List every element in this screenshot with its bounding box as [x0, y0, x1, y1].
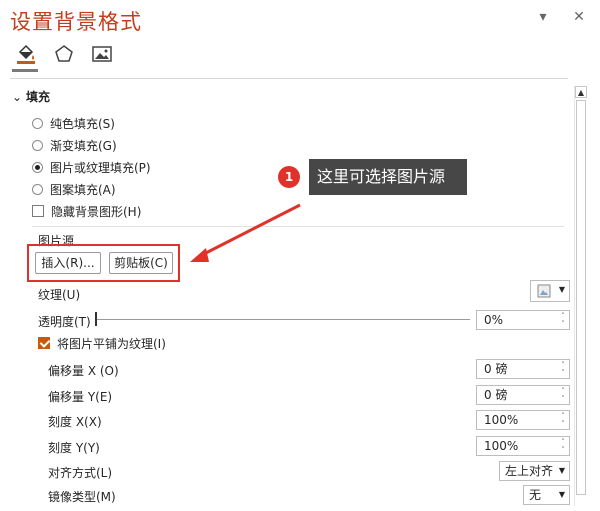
texture-swatch-icon — [537, 284, 551, 298]
scale-y-input[interactable]: 100% ˄ ˅ — [476, 436, 570, 456]
transparency-value: 0% — [484, 313, 504, 327]
spinner-arrows-icon[interactable]: ˄ ˅ — [559, 361, 567, 377]
transparency-label: 透明度(T) — [38, 315, 91, 329]
transparency-slider-thumb[interactable] — [95, 312, 97, 326]
offset-x-label: 偏移量 X (O) — [48, 364, 119, 378]
mirror-dropdown[interactable]: 无 ▼ — [523, 485, 570, 505]
transparency-slider[interactable] — [96, 319, 470, 320]
scale-x-label: 刻度 X(X) — [48, 415, 102, 429]
align-label: 对齐方式(L) — [48, 466, 113, 480]
mirror-value: 无 — [529, 488, 542, 502]
tile-checkbox[interactable] — [38, 337, 50, 349]
align-dropdown[interactable]: 左上对齐 ▼ — [499, 461, 570, 481]
spinner-arrows-icon[interactable]: ˄ ˅ — [559, 438, 567, 454]
chevron-down-icon: ▼ — [558, 285, 565, 294]
scale-y-value: 100% — [484, 439, 519, 453]
scale-x-input[interactable]: 100% ˄ ˅ — [476, 410, 570, 430]
annotation-badge: 1 — [278, 166, 300, 188]
texture-label: 纹理(U) — [38, 288, 81, 302]
offset-y-input[interactable]: 0 磅 ˄ ˅ — [476, 385, 570, 405]
transparency-input[interactable]: 0% ˄ ˅ — [476, 310, 570, 330]
offset-x-value: 0 磅 — [484, 362, 508, 376]
mirror-label: 镜像类型(M) — [48, 490, 116, 504]
offset-y-label: 偏移量 Y(E) — [48, 390, 113, 404]
offset-y-value: 0 磅 — [484, 388, 508, 402]
spinner-arrows-icon[interactable]: ˄ ˅ — [559, 387, 567, 403]
texture-dropdown[interactable]: ▼ — [530, 280, 570, 302]
scale-x-value: 100% — [484, 413, 519, 427]
chevron-down-icon: ▼ — [558, 466, 565, 475]
align-value: 左上对齐 — [505, 464, 554, 478]
annotation-callout: 这里可选择图片源 — [309, 159, 467, 195]
spinner-arrows-icon[interactable]: ˄ ˅ — [559, 312, 567, 328]
checkbox-label: 将图片平铺为纹理(I) — [57, 336, 166, 351]
spinner-arrows-icon[interactable]: ˄ ˅ — [559, 412, 567, 428]
scale-y-label: 刻度 Y(Y) — [48, 441, 100, 455]
offset-x-input[interactable]: 0 磅 ˄ ˅ — [476, 359, 570, 379]
annotation-arrow — [190, 203, 301, 262]
tile-checkbox-row[interactable]: 将图片平铺为纹理(I) — [38, 335, 166, 351]
chevron-down-icon: ▼ — [558, 490, 565, 499]
